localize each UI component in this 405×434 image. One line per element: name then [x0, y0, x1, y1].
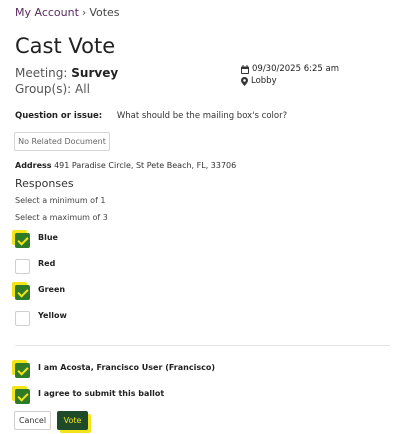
identity-confirmation[interactable]: I am Acosta, Francisco User (Francisco) [15, 361, 215, 379]
address-label: Address [15, 161, 52, 170]
option-label: Blue [38, 232, 58, 242]
select-minimum-text: Select a minimum of 1 [15, 196, 106, 205]
option-label: Green [38, 284, 66, 294]
agree-label: I agree to submit this ballot [38, 388, 165, 398]
breadcrumb-current: Votes [89, 6, 120, 19]
option-label: Red [38, 258, 56, 268]
option-red[interactable]: Red [15, 257, 55, 275]
calendar-icon [241, 64, 249, 74]
select-maximum-text: Select a maximum of 3 [15, 213, 108, 222]
responses-heading: Responses [15, 177, 74, 190]
meeting-name: Survey [71, 66, 119, 80]
question-label: Question or issue: [15, 111, 103, 121]
location-text: Lobby [251, 76, 277, 86]
meeting-location: Lobby [241, 76, 277, 86]
question-row: Question or issue: What should be the ma… [15, 111, 287, 121]
address-value: 491 Paradise Circle, St Pete Beach, FL, … [54, 161, 237, 170]
option-yellow[interactable]: Yellow [15, 309, 67, 327]
groups-label: Group(s): [15, 82, 72, 96]
vote-button[interactable]: Vote [57, 411, 88, 430]
meeting-label: Meeting: [15, 66, 68, 80]
breadcrumb-my-account-link[interactable]: My Account [15, 6, 79, 19]
no-related-document-button[interactable]: No Related Document [14, 132, 110, 151]
groups-line: Group(s): All [15, 82, 90, 96]
agree-checkbox[interactable] [15, 388, 30, 404]
option-label: Yellow [38, 310, 67, 320]
meeting-datetime: 09/30/2025 6:25 am [241, 64, 339, 74]
groups-value: All [75, 82, 90, 96]
option-yellow-checkbox[interactable] [15, 310, 30, 326]
breadcrumb: My Account › Votes [15, 6, 120, 19]
option-red-checkbox[interactable] [15, 258, 30, 274]
divider [15, 345, 390, 346]
map-pin-icon [241, 76, 248, 86]
identity-label: I am Acosta, Francisco User (Francisco) [38, 362, 215, 372]
option-green-checkbox[interactable] [15, 284, 30, 300]
agree-confirmation[interactable]: I agree to submit this ballot [15, 387, 164, 405]
question-text: What should be the mailing box's color? [116, 111, 288, 121]
identity-checkbox[interactable] [15, 362, 30, 378]
cancel-button[interactable]: Cancel [14, 411, 51, 430]
datetime-text: 09/30/2025 6:25 am [252, 64, 339, 74]
meeting-line: Meeting: Survey [15, 66, 118, 80]
option-blue-checkbox[interactable] [15, 232, 30, 248]
page-title: Cast Vote [15, 34, 116, 58]
breadcrumb-separator: › [81, 6, 87, 19]
address-line: Address 491 Paradise Circle, St Pete Bea… [15, 161, 236, 170]
option-blue[interactable]: Blue [15, 231, 58, 249]
option-green[interactable]: Green [15, 283, 65, 301]
